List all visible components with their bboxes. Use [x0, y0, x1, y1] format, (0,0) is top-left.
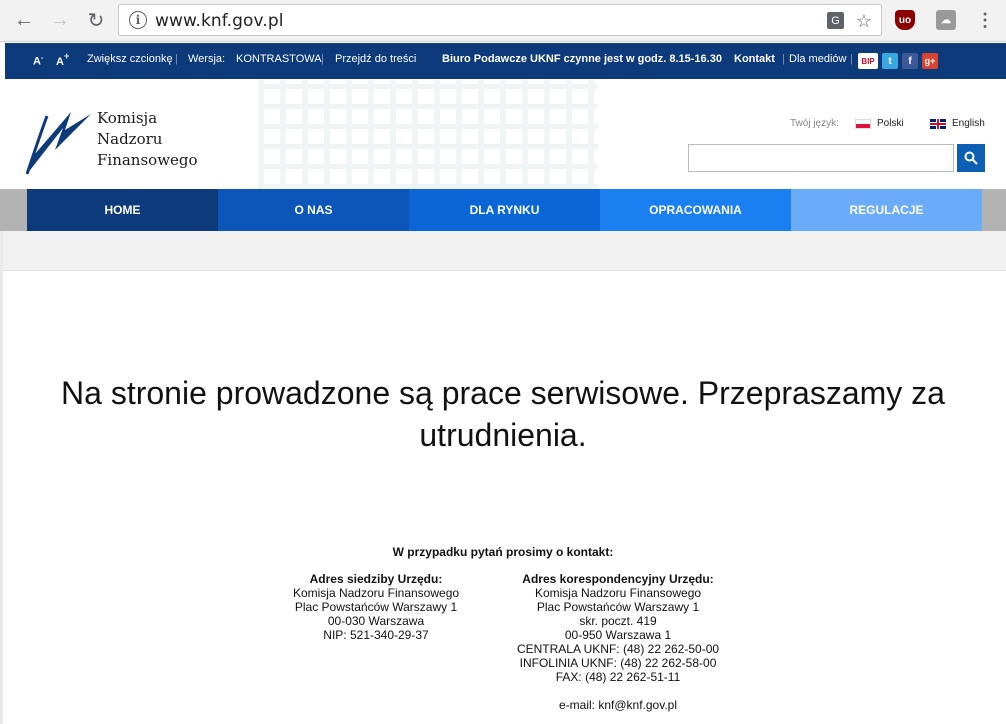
- breadcrumb-band: [0, 231, 1006, 271]
- maintenance-notice: Na stronie prowadzone są prace serwisowe…: [0, 372, 1006, 456]
- nav-regulacje[interactable]: REGULACJE: [791, 189, 982, 231]
- address-line: Plac Powstańców Warszawy 1: [294, 600, 458, 614]
- contact-title: W przypadku pytań prosimy o kontakt:: [392, 545, 614, 559]
- extension-icon[interactable]: ☁: [936, 10, 956, 30]
- increase-font-link[interactable]: Zwiększ czcionkę: [87, 53, 173, 65]
- divider: |: [175, 53, 178, 65]
- search-input[interactable]: [688, 144, 954, 172]
- address-line: 00-030 Warszawa: [327, 614, 425, 628]
- address-line: 00-950 Warszawa 1: [564, 628, 672, 642]
- reload-icon[interactable]: ↻: [84, 8, 108, 32]
- address-line: NIP: 521-340-29-37: [323, 628, 429, 642]
- knf-logo-icon[interactable]: [25, 110, 95, 176]
- site-header: Komisja Nadzoru Finansowego Twój język: …: [0, 80, 1006, 189]
- nav-dla-rynku[interactable]: DLA RYNKU: [409, 189, 600, 231]
- back-icon[interactable]: ←: [12, 8, 36, 32]
- language-english[interactable]: English: [930, 118, 985, 129]
- phone-line: INFOLINIA UKNF: (48) 22 262-58-00: [519, 656, 717, 670]
- nav-opracowania[interactable]: OPRACOWANIA: [600, 189, 791, 231]
- address-url[interactable]: www.knf.gov.pl: [155, 11, 284, 31]
- fax-line: FAX: (48) 22 262-51-11: [555, 670, 681, 684]
- search-icon: [964, 151, 978, 165]
- browser-toolbar: ← → ↻ i www.knf.gov.pl G ☆ uo ☁ ⋮: [0, 0, 1006, 42]
- office-hours-text: Biuro Podawcze UKNF czynne jest w godz. …: [442, 53, 722, 65]
- twitter-icon[interactable]: t: [882, 53, 898, 69]
- contact-link[interactable]: Kontakt: [734, 53, 775, 65]
- language-english-label: English: [952, 118, 985, 129]
- bookmark-star-icon[interactable]: ☆: [855, 11, 873, 31]
- seat-address: Adres siedziby Urzędu: Komisja Nadzoru F…: [276, 572, 476, 642]
- decrease-font-button[interactable]: A-: [33, 55, 43, 67]
- browser-menu-icon[interactable]: ⋮: [973, 8, 997, 32]
- search-button[interactable]: [957, 144, 985, 172]
- divider: |: [850, 53, 853, 65]
- translate-icon[interactable]: G: [827, 12, 844, 29]
- address-bar[interactable]: i www.knf.gov.pl G ☆: [118, 4, 882, 36]
- site-info-icon[interactable]: i: [129, 11, 147, 29]
- left-border: [0, 231, 3, 724]
- font-big-sup: +: [63, 51, 70, 61]
- main-navigation: HOME O NAS DLA RYNKU OPRACOWANIA REGULAC…: [0, 189, 1006, 231]
- seat-heading: Adres siedziby Urzędu:: [309, 572, 443, 586]
- increase-font-big-button[interactable]: A+: [56, 51, 69, 69]
- poland-flag-icon: [855, 118, 871, 129]
- logo-line: Nadzoru: [97, 130, 163, 148]
- address-line: Plac Powstańców Warszawy 1: [536, 600, 700, 614]
- phone-line: CENTRALA UKNF: (48) 22 262-50-00: [516, 642, 720, 656]
- email-link[interactable]: e-mail: knf@knf.gov.pl: [498, 698, 738, 712]
- nav-o-nas[interactable]: O NAS: [218, 189, 409, 231]
- notice-line: utrudnienia.: [419, 417, 587, 453]
- correspondence-address: Adres korespondencyjny Urzędu: Komisja N…: [498, 572, 738, 712]
- language-label: Twój język:: [790, 118, 839, 129]
- divider: |: [321, 53, 324, 65]
- ublock-extension-icon[interactable]: uo: [895, 10, 915, 30]
- uk-flag-icon: [930, 118, 946, 129]
- address-line: Komisja Nadzoru Finansowego: [534, 586, 702, 600]
- language-polish-label: Polski: [877, 118, 904, 129]
- logo-line: Komisja: [97, 109, 158, 127]
- address-line: skr. poczt. 419: [579, 614, 657, 628]
- skip-to-content-link[interactable]: Przejdź do treści: [335, 53, 416, 65]
- divider: |: [782, 53, 785, 65]
- nav-home[interactable]: HOME: [27, 189, 218, 231]
- version-label: Wersja:: [188, 53, 226, 65]
- logo-text[interactable]: Komisja Nadzoru Finansowego: [97, 108, 198, 171]
- font-small-sup: -: [40, 55, 44, 62]
- correspondence-heading: Adres korespondencyjny Urzędu:: [522, 572, 714, 586]
- facebook-icon[interactable]: f: [902, 53, 918, 69]
- media-link[interactable]: Dla mediów: [789, 53, 846, 65]
- contrast-version-link[interactable]: KONTRASTOWA: [236, 53, 322, 65]
- font-big-label: A: [56, 56, 64, 68]
- utility-bar: A- A+ Zwiększ czcionkę | Wersja: KONTRAS…: [5, 43, 1006, 79]
- google-plus-icon[interactable]: g+: [922, 53, 938, 69]
- address-line: Komisja Nadzoru Finansowego: [292, 586, 460, 600]
- bip-icon[interactable]: BIP: [858, 53, 878, 69]
- language-polish[interactable]: Polski: [855, 118, 904, 129]
- forward-icon[interactable]: →: [48, 8, 72, 32]
- logo-line: Finansowego: [97, 151, 198, 169]
- building-background-image: [258, 80, 598, 189]
- font-small-label: A: [33, 55, 41, 68]
- notice-line: Na stronie prowadzone są prace serwisowe…: [61, 375, 945, 411]
